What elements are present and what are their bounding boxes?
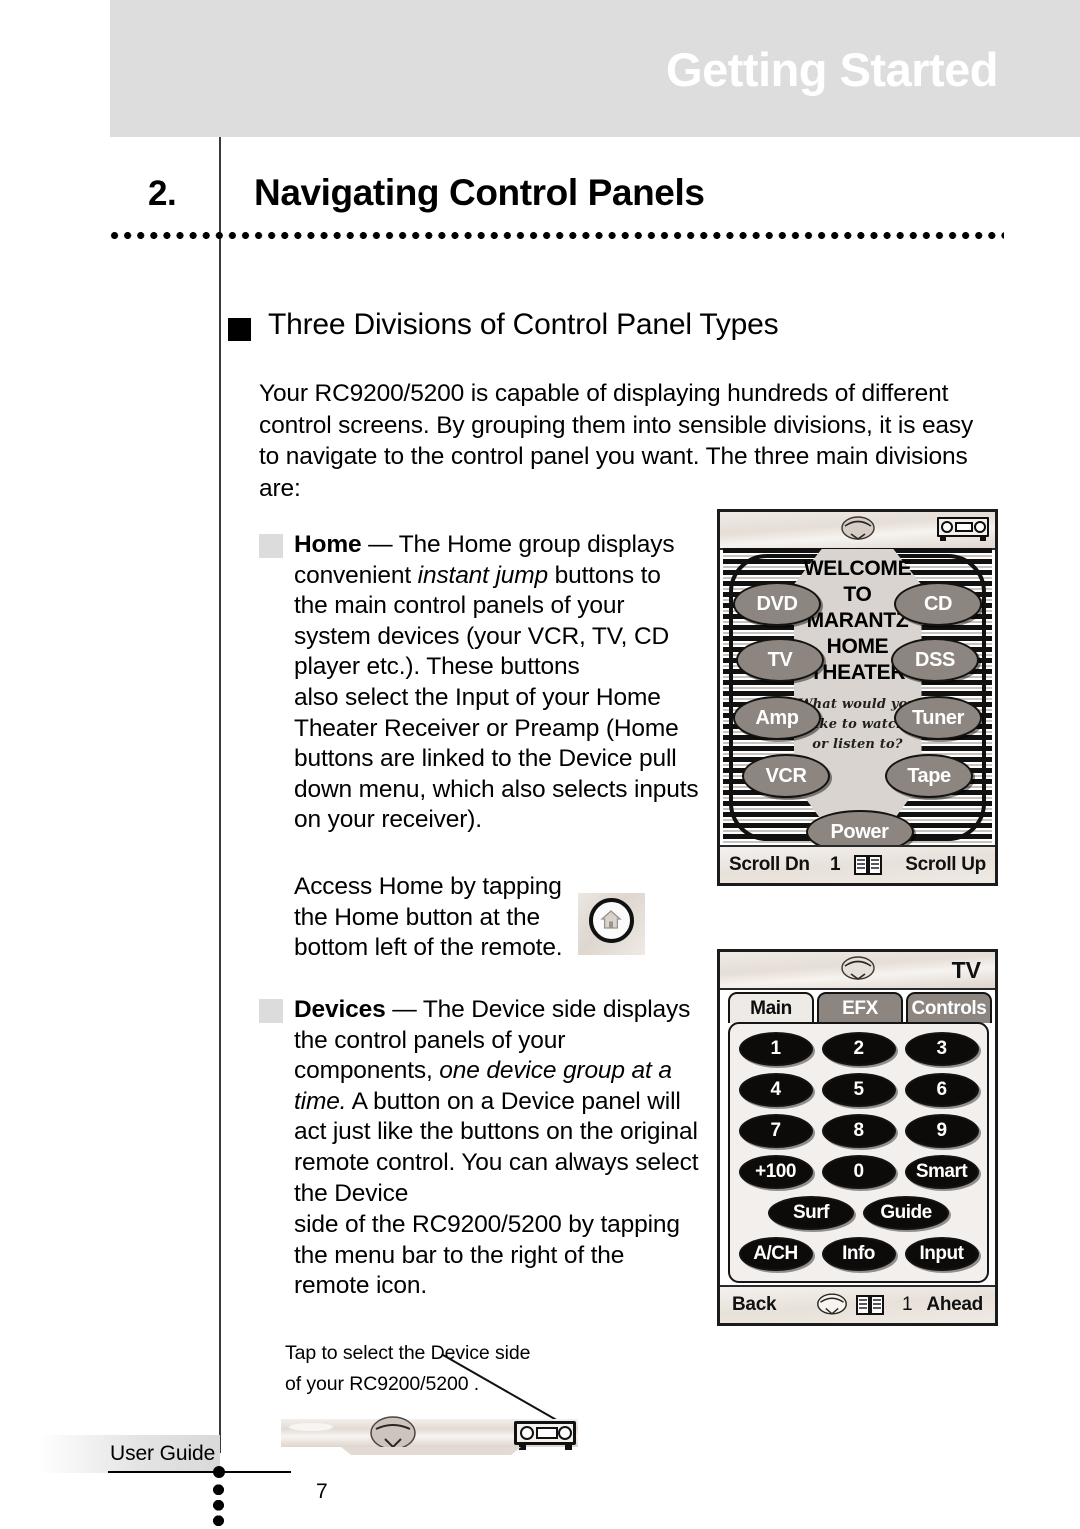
key-a-ch[interactable]: A/CH — [738, 1237, 813, 1271]
key-6[interactable]: 6 — [904, 1073, 979, 1107]
home-button-cd[interactable]: CD — [894, 582, 982, 626]
keypad-row-2: 4 5 6 — [738, 1073, 979, 1107]
page-header-band: Getting Started — [110, 0, 1080, 137]
dome-icon[interactable] — [840, 955, 876, 981]
key-plus-100[interactable]: +100 — [738, 1155, 813, 1189]
home-icon — [600, 910, 622, 929]
bullet-square-icon-devices — [259, 999, 283, 1023]
tab-main[interactable]: Main — [728, 992, 814, 1023]
page-number: 7 — [316, 1480, 328, 1503]
bullet-devices-term: Devices — [294, 996, 386, 1023]
bullet-devices-paragraph-2: side of the RC9200/5200 by tapping the m… — [294, 1211, 680, 1300]
dome-icon[interactable] — [840, 515, 876, 541]
chapter-number: 2. — [148, 174, 177, 213]
key-0[interactable]: 0 — [821, 1155, 896, 1189]
book-icon[interactable] — [856, 1294, 884, 1316]
tab-controls[interactable]: Controls — [906, 992, 992, 1023]
ahead-button[interactable]: Ahead — [926, 1294, 983, 1316]
welcome-title-line-1: WELCOME — [803, 557, 912, 580]
tv-panel-tabs: Main EFX Controls — [728, 992, 992, 1023]
dotted-rule — [108, 232, 1004, 239]
home-button-tape[interactable]: Tape — [885, 754, 973, 798]
key-7[interactable]: 7 — [738, 1114, 813, 1148]
key-guide[interactable]: Guide — [863, 1196, 949, 1230]
scroll-up-button[interactable]: Scroll Up — [905, 854, 986, 876]
bullet-home-paragraph-2: also select the Input of your Home Theat… — [294, 684, 699, 834]
receiver-icon[interactable] — [937, 517, 989, 541]
keypad-row-3: 7 8 9 — [738, 1114, 979, 1148]
key-9[interactable]: 9 — [904, 1114, 979, 1148]
bullet-home: Home — The Home group displays convenien… — [259, 530, 699, 683]
bullet-home-text: Home — The Home group displays convenien… — [294, 530, 699, 683]
tv-keypad: 1 2 3 4 5 6 7 8 9 +100 0 Smart Surf Guid… — [728, 1022, 989, 1283]
tv-device-panel[interactable]: TV Main EFX Controls 1 2 3 4 5 6 7 8 9 +… — [717, 949, 998, 1326]
tv-panel-titlebar: TV — [720, 952, 995, 990]
chapter-title: Navigating Control Panels — [254, 172, 705, 213]
footer-label: User Guide — [110, 1442, 216, 1465]
home-panel-background: WELCOME TO MARANTZ HOME THEATER What wou… — [723, 548, 992, 847]
tab-efx[interactable]: EFX — [817, 992, 903, 1023]
tv-device-label: TV — [951, 957, 981, 983]
footer-dot-marker — [213, 1466, 225, 1478]
key-8[interactable]: 8 — [821, 1114, 896, 1148]
home-panel-titlebar — [720, 512, 995, 550]
access-home-paragraph: Access Home by tapping the Home button a… — [294, 873, 563, 962]
home-button-dss[interactable]: DSS — [891, 638, 979, 682]
keypad-row-1: 1 2 3 — [738, 1032, 979, 1066]
tv-panel-bottombar: Back 1 Ahead — [720, 1285, 995, 1323]
back-button[interactable]: Back — [732, 1294, 777, 1316]
keypad-row-6: A/CH Info Input — [738, 1237, 979, 1271]
tv-panel-page-number: 1 — [902, 1294, 913, 1315]
keypad-row-5: Surf Guide — [738, 1196, 979, 1230]
section-title: Three Divisions of Control Panel Types — [268, 308, 779, 341]
footer-dotted-column — [213, 1482, 224, 1529]
dome-icon[interactable] — [816, 1292, 848, 1316]
bullet-devices-text: Devices — The Device side displays the c… — [294, 995, 699, 1209]
home-button-vcr[interactable]: VCR — [742, 754, 830, 798]
home-button-dvd[interactable]: DVD — [733, 582, 821, 626]
key-3[interactable]: 3 — [904, 1032, 979, 1066]
keypad-row-4: +100 0 Smart — [738, 1155, 979, 1189]
home-button-tv[interactable]: TV — [736, 638, 824, 682]
section-bullet-square-icon — [228, 318, 251, 341]
key-smart[interactable]: Smart — [904, 1155, 979, 1189]
home-button-photo — [578, 893, 645, 955]
page-header-title: Getting Started — [666, 43, 998, 96]
key-4[interactable]: 4 — [738, 1073, 813, 1107]
bullet-home-italic-1: instant jump — [417, 561, 548, 589]
home-screen-panel[interactable]: WELCOME TO MARANTZ HOME THEATER What wou… — [717, 509, 998, 886]
bullet-square-icon-home — [259, 534, 283, 558]
key-1[interactable]: 1 — [738, 1032, 813, 1066]
bullet-home-term: Home — [294, 531, 362, 558]
scroll-down-button[interactable]: Scroll Dn — [729, 854, 810, 876]
home-button-tuner[interactable]: Tuner — [894, 696, 982, 740]
home-panel-bottombar: Scroll Dn 1 Scroll Up — [720, 845, 995, 883]
home-panel-page-number: 1 — [830, 854, 841, 875]
footer-rule — [108, 1471, 291, 1473]
bullet-home-dash: — — [361, 531, 399, 558]
bullet-devices-dash: — — [385, 996, 423, 1023]
remote-menu-bar-photo — [281, 1416, 578, 1455]
key-5[interactable]: 5 — [821, 1073, 896, 1107]
key-surf[interactable]: Surf — [768, 1196, 854, 1230]
home-button-amp[interactable]: Amp — [733, 696, 821, 740]
vertical-rule-divider — [219, 137, 221, 1453]
section-intro-paragraph: Your RC9200/5200 is capable of displayin… — [259, 380, 974, 502]
book-icon[interactable] — [854, 854, 882, 876]
home-button-power[interactable]: Power — [805, 810, 914, 847]
bullet-devices-text-2: A button on a Device panel will act just… — [294, 1087, 699, 1207]
bullet-devices: Devices — The Device side displays the c… — [259, 995, 699, 1209]
key-input[interactable]: Input — [904, 1237, 979, 1271]
key-info[interactable]: Info — [821, 1237, 896, 1271]
key-2[interactable]: 2 — [821, 1032, 896, 1066]
